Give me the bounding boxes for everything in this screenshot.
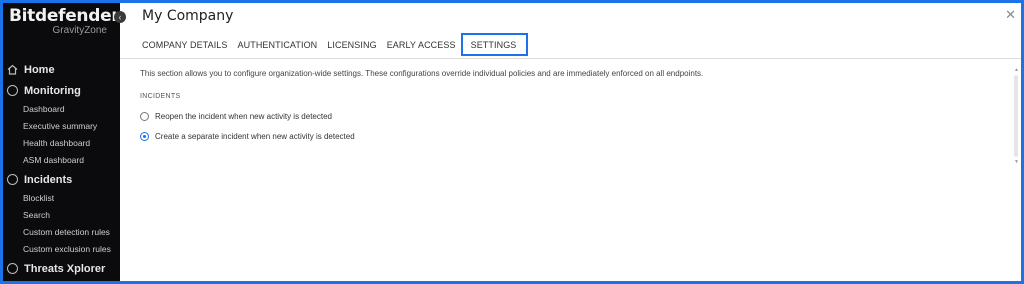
app-window: Bitdefender GravityZone Home Monitoring …: [0, 0, 1024, 284]
brand-logo[interactable]: Bitdefender GravityZone: [9, 6, 120, 36]
tab-company-details[interactable]: COMPANY DETAILS: [137, 35, 233, 57]
option-separate-incident[interactable]: Create a separate incident when new acti…: [140, 132, 1010, 141]
scroll-down-icon[interactable]: ▼: [1014, 159, 1019, 165]
option-reopen-incident[interactable]: Reopen the incident when new activity is…: [140, 112, 1010, 121]
sidebar-item-home[interactable]: Home: [3, 59, 120, 80]
section-label-incidents: INCIDENTS: [140, 93, 181, 100]
sidebar-item-search[interactable]: Search: [3, 207, 120, 224]
sidebar-item-blocklist[interactable]: Blocklist: [3, 190, 120, 207]
sidebar-item-dashboard[interactable]: Dashboard: [3, 101, 120, 118]
monitoring-icon: [7, 85, 18, 96]
settings-description: This section allows you to configure org…: [140, 69, 704, 78]
settings-panel: This section allows you to configure org…: [140, 69, 1010, 141]
brand-subtitle: GravityZone: [52, 25, 107, 36]
sidebar: Bitdefender GravityZone Home Monitoring …: [3, 3, 120, 281]
sidebar-item-incidents[interactable]: Incidents: [3, 169, 120, 190]
tab-early-access[interactable]: EARLY ACCESS: [382, 35, 461, 57]
radio-button-selected[interactable]: [140, 132, 149, 141]
tab-licensing[interactable]: LICENSING: [322, 35, 381, 57]
sidebar-item-label: Home: [24, 63, 55, 76]
sidebar-nav: Home Monitoring Dashboard Executive summ…: [3, 59, 120, 279]
sidebar-item-health-dashboard[interactable]: Health dashboard: [3, 135, 120, 152]
tab-bar: COMPANY DETAILS AUTHENTICATION LICENSING…: [137, 33, 529, 57]
tab-authentication[interactable]: AUTHENTICATION: [233, 35, 323, 57]
sidebar-item-label: Monitoring: [24, 84, 81, 97]
threats-icon: [7, 263, 18, 274]
sidebar-item-monitoring[interactable]: Monitoring: [3, 80, 120, 101]
collapse-sidebar-icon[interactable]: ‹: [114, 11, 126, 23]
company-dialog: My Company ✕ COMPANY DETAILS AUTHENTICAT…: [120, 3, 1021, 281]
sidebar-item-custom-exclusion-rules[interactable]: Custom exclusion rules: [3, 241, 120, 258]
home-icon: [7, 64, 18, 75]
sidebar-item-custom-detection-rules[interactable]: Custom detection rules: [3, 224, 120, 241]
brand-name: Bitdefender: [9, 6, 120, 26]
sidebar-item-threats-xplorer[interactable]: Threats Xplorer: [3, 258, 120, 279]
option-label: Reopen the incident when new activity is…: [155, 112, 332, 121]
close-icon[interactable]: ✕: [1005, 7, 1016, 23]
scroll-up-icon[interactable]: ▲: [1014, 67, 1019, 73]
option-label: Create a separate incident when new acti…: [155, 132, 355, 141]
sidebar-item-label: Threats Xplorer: [24, 262, 106, 275]
radio-button[interactable]: [140, 112, 149, 121]
incidents-icon: [7, 174, 18, 185]
tab-settings[interactable]: SETTINGS: [460, 33, 529, 56]
scrollbar[interactable]: [1014, 75, 1018, 157]
sidebar-item-executive-summary[interactable]: Executive summary: [3, 118, 120, 135]
sidebar-item-label: Incidents: [24, 173, 73, 186]
tab-divider: [120, 58, 1021, 59]
sidebar-item-asm-dashboard[interactable]: ASM dashboard: [3, 152, 120, 169]
page-title: My Company: [142, 8, 234, 24]
